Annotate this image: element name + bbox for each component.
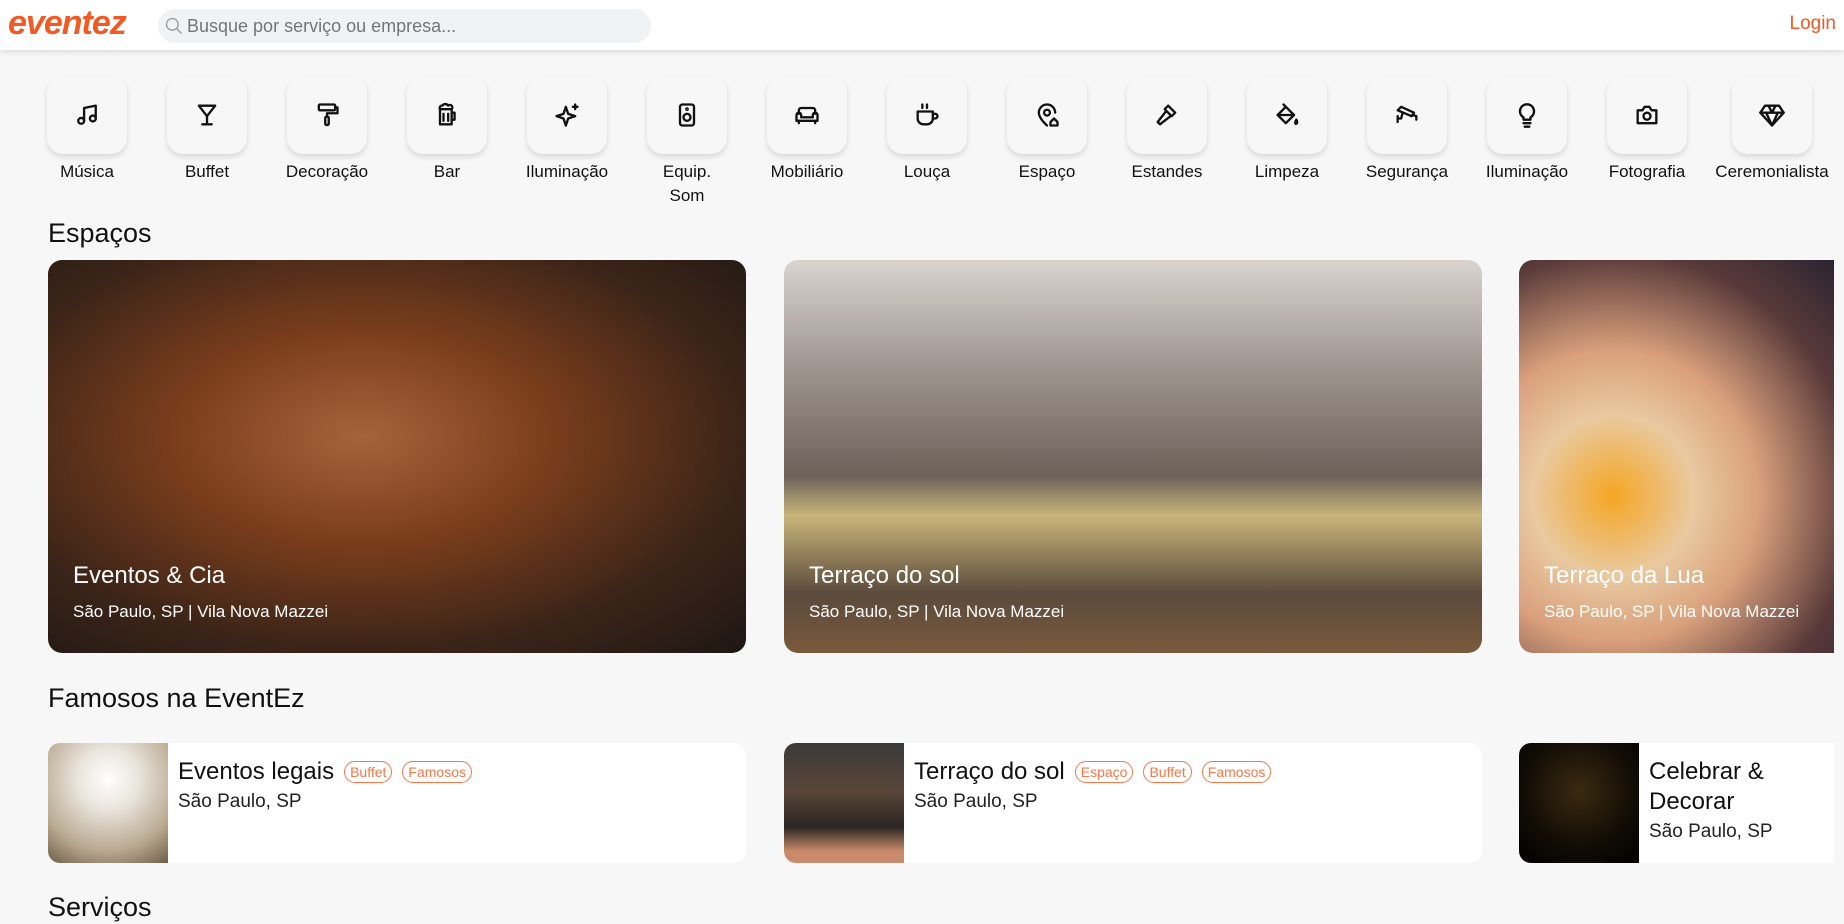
category-cup[interactable]: Louça [867, 76, 987, 184]
sparkles-icon [555, 103, 579, 127]
category-paint-bucket[interactable]: Limpeza [1227, 76, 1347, 184]
category-sofa[interactable]: Mobiliário [747, 76, 867, 184]
category-icon-box [167, 76, 247, 154]
category-icon-box [1127, 76, 1207, 154]
category-label: Iluminação [1485, 162, 1569, 181]
section-title-services: Serviços [48, 892, 152, 922]
category-icon-box [1487, 76, 1567, 154]
category-speaker[interactable]: Equip. Som [627, 76, 747, 208]
section-title-spaces: Espaços [48, 218, 152, 248]
category-label: Segurança [1365, 162, 1449, 181]
space-card-subtitle: São Paulo, SP | Vila Nova Mazzei [809, 602, 1065, 621]
category-label: Música [60, 162, 114, 181]
category-icon-box [1367, 76, 1447, 154]
famous-item-name: Celebrar & Decorar [1649, 758, 1764, 815]
category-label: Fotografia [1608, 162, 1686, 181]
category-label: Buffet [184, 162, 230, 181]
space-card-title: Terraço do sol [809, 562, 960, 589]
paint-bucket-icon [1276, 103, 1299, 125]
category-label: Bar [433, 162, 461, 181]
category-sparkles[interactable]: Iluminação [507, 76, 627, 184]
category-camera[interactable]: Fotografia [1587, 76, 1707, 184]
category-label: Equip. Som [662, 162, 712, 205]
category-icon-box [767, 76, 847, 154]
login-link[interactable]: Login [1790, 13, 1837, 35]
famous-item[interactable]: Eventos legais Buffet Famosos São Paulo, SP [48, 743, 746, 863]
category-icon-box [1732, 76, 1812, 154]
section-title-famous: Famosos na EventEz [48, 683, 305, 713]
location-home-icon [1037, 103, 1059, 127]
famous-item-name: Terraço do sol [914, 758, 1065, 785]
category-location-home[interactable]: Espaço [987, 76, 1107, 184]
tag-badge: Buffet [344, 761, 393, 783]
space-card[interactable]: Terraço do sol São Paulo, SP | Vila Nova… [784, 260, 1482, 653]
category-paint-roller[interactable]: Decoração [267, 76, 387, 184]
category-icon-box [1607, 76, 1687, 154]
music-icon [77, 104, 97, 125]
space-card-title: Eventos & Cia [73, 562, 226, 589]
hammer-icon [1156, 104, 1177, 126]
category-diamond[interactable]: Ceremonialista [1707, 76, 1837, 184]
famous-item-location: São Paulo, SP [178, 791, 302, 812]
cctv-icon [1396, 105, 1418, 124]
space-card-title: Terraço da Lua [1544, 562, 1705, 589]
category-icon-box [1007, 76, 1087, 154]
category-label: Limpeza [1254, 162, 1320, 181]
beer-icon [438, 103, 456, 126]
category-label: Louça [903, 162, 951, 181]
cocktail-icon [197, 104, 217, 126]
category-label: Estandes [1131, 162, 1203, 181]
eventez-logo[interactable]: eventez [8, 4, 127, 43]
paint-roller-icon [317, 103, 339, 127]
famous-item[interactable]: Celebrar & Decorar São Paulo, SP [1519, 743, 1834, 863]
space-card[interactable]: Eventos & Cia São Paulo, SP | Vila Nova … [48, 260, 746, 653]
famous-item-image [48, 743, 168, 863]
tag-badge: Espaço [1074, 761, 1134, 783]
speaker-icon [678, 103, 696, 127]
space-card-subtitle: São Paulo, SP | Vila Nova Mazzei [73, 602, 329, 621]
camera-icon [1636, 105, 1658, 125]
famous-item-name: Eventos legais [178, 758, 335, 785]
top-nav: eventez Login [0, 0, 1844, 50]
category-hammer[interactable]: Estandes [1107, 76, 1227, 184]
bulb-icon [1518, 103, 1536, 128]
famous-item-image [1519, 743, 1639, 863]
tag-badge: Famosos [1201, 761, 1272, 783]
category-cocktail[interactable]: Buffet [147, 76, 267, 184]
category-label: Mobiliário [770, 162, 844, 181]
category-icon-box [47, 76, 127, 154]
category-beer[interactable]: Bar [387, 76, 507, 184]
category-label: Espaço [1018, 162, 1076, 181]
cup-icon [916, 103, 939, 126]
space-card[interactable]: Terraço da Lua São Paulo, SP | Vila Nova… [1519, 260, 1834, 653]
diamond-icon [1759, 104, 1785, 127]
famous-item-location: São Paulo, SP [1649, 821, 1773, 842]
category-music[interactable]: Música [27, 76, 147, 184]
category-label: Ceremonialista [1715, 162, 1829, 181]
category-bulb[interactable]: Iluminação [1467, 76, 1587, 184]
category-icon-box [407, 76, 487, 154]
category-icon-box [1247, 76, 1327, 154]
category-icon-box [647, 76, 727, 154]
category-icon-box [887, 76, 967, 154]
category-icon-box [527, 76, 607, 154]
category-icon-box [287, 76, 367, 154]
tag-badge: Famosos [402, 761, 472, 783]
category-label: Decoração [285, 162, 369, 181]
search-bar[interactable] [158, 9, 651, 43]
famous-item-location: São Paulo, SP [914, 791, 1038, 812]
category-cctv[interactable]: Segurança [1347, 76, 1467, 184]
tag-badge: Buffet [1143, 761, 1192, 783]
sofa-icon [795, 106, 819, 125]
category-label: Iluminação [525, 162, 609, 181]
space-card-subtitle: São Paulo, SP | Vila Nova Mazzei [1544, 602, 1800, 621]
search-icon [165, 17, 182, 34]
search-input[interactable] [187, 15, 627, 37]
famous-item-image [784, 743, 904, 863]
famous-item[interactable]: Terraço do sol Espaço Buffet Famosos São Pau… [784, 743, 1482, 863]
